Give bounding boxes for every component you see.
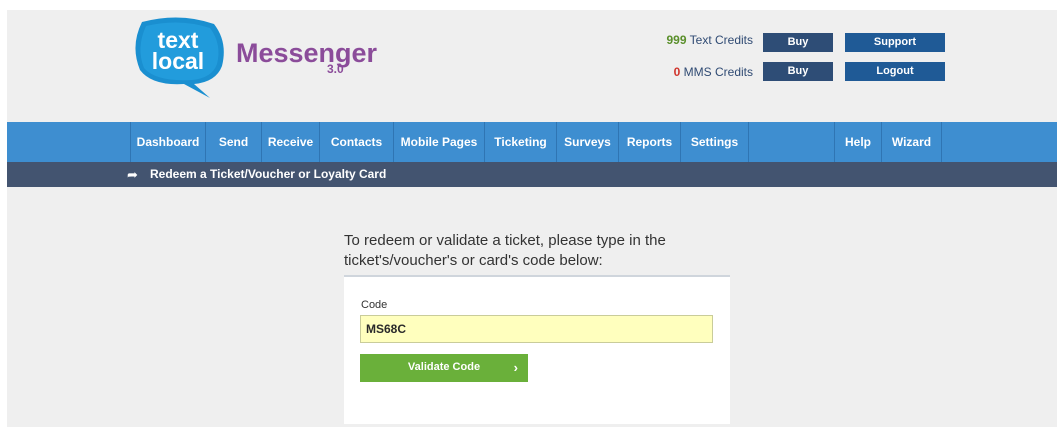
nav-receive[interactable]: Receive [262,122,320,162]
mms-credits: 0 MMS Credits [674,65,753,79]
nav-surveys[interactable]: Surveys [557,122,619,162]
logout-button[interactable]: Logout [845,62,945,81]
breadcrumb-text: Redeem a Ticket/Voucher or Loyalty Card [150,167,387,181]
chevron-right-icon: › [513,360,518,375]
buy-text-credits-button[interactable]: Buy [763,33,833,52]
nav-dashboard[interactable]: Dashboard [131,122,206,162]
breadcrumb: ➦ Redeem a Ticket/Voucher or Loyalty Car… [7,162,1057,187]
support-button[interactable]: Support [845,33,945,52]
mms-credits-label: MMS Credits [683,65,753,79]
logo-text: text local [151,27,205,74]
nav-help[interactable]: Help [835,122,882,162]
code-label: Code [361,299,388,311]
main-nav: Dashboard Send Receive Contacts Mobile P… [7,122,1057,162]
validate-code-button[interactable]: Validate Code › [360,354,528,382]
redeem-instructions: To redeem or validate a ticket, please t… [344,232,666,269]
text-credits-count: 999 [666,33,687,47]
mms-credits-count: 0 [673,65,681,79]
validate-code-label: Validate Code [407,361,481,373]
buy-mms-credits-button[interactable]: Buy [763,62,833,81]
text-credits: 999 Text Credits [666,33,753,47]
brand-name: Messenger [236,38,378,68]
nav-mobile-pages[interactable]: Mobile Pages [394,122,485,162]
nav-reports[interactable]: Reports [619,122,681,162]
code-input[interactable] [360,315,713,343]
redeem-form-panel: Code Validate Code › [344,275,730,424]
share-arrow-icon: ➦ [127,167,138,182]
nav-empty-slot [749,122,835,162]
nav-send[interactable]: Send [206,122,262,162]
text-credits-label: Text Credits [689,33,753,47]
page-frame: text local Messenger 3.0 999 Text Credit… [7,10,1057,427]
nav-settings[interactable]: Settings [681,122,749,162]
nav-ticketing[interactable]: Ticketing [485,122,557,162]
nav-wizard[interactable]: Wizard [882,122,942,162]
brand-version: 3.0 [327,62,344,76]
textlocal-logo[interactable]: text local [132,16,228,98]
nav-contacts[interactable]: Contacts [320,122,394,162]
